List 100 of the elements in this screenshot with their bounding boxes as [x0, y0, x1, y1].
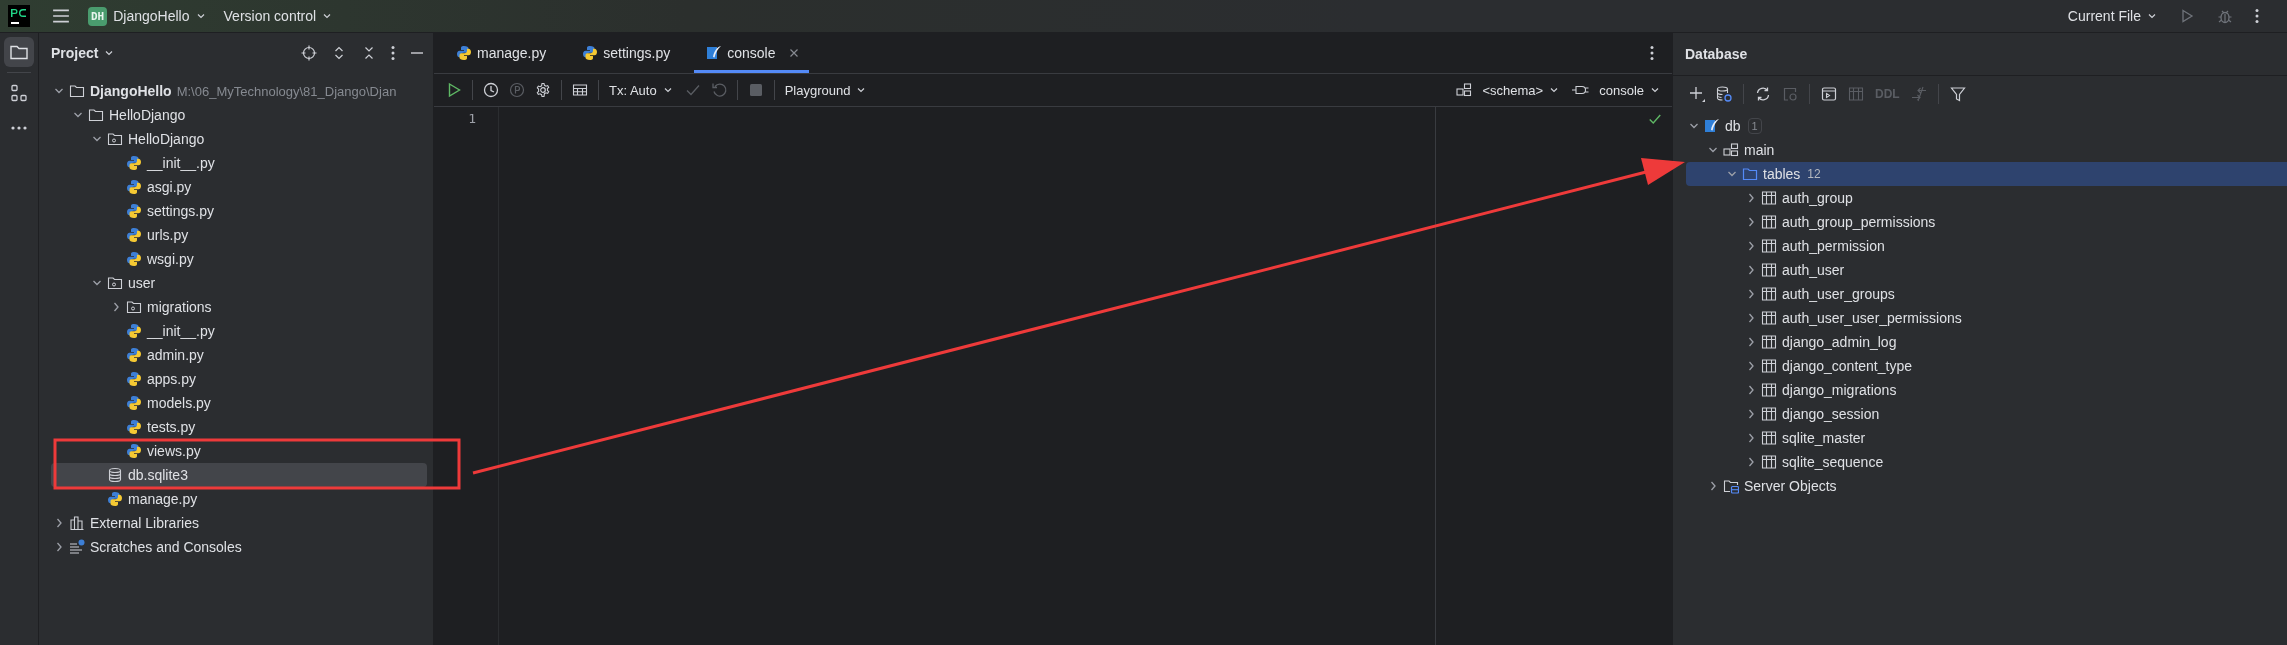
tree-row[interactable]: settings.py: [51, 199, 427, 223]
python-icon: [456, 45, 472, 61]
close-icon[interactable]: [789, 48, 800, 58]
python-icon: [582, 45, 599, 61]
tree-row[interactable]: django_admin_log: [1686, 330, 2281, 354]
caret-icon: [195, 11, 206, 21]
item-label: External Libraries: [90, 515, 199, 531]
toolbar-dropdown[interactable]: Tx: Auto: [609, 82, 673, 98]
run-icon[interactable]: [446, 82, 462, 98]
more-icon[interactable]: [2255, 8, 2259, 24]
schema-dropdown[interactable]: <schema>: [1456, 82, 1560, 98]
more-icon[interactable]: [391, 45, 395, 61]
table-icon: [1761, 310, 1777, 326]
tree-row[interactable]: __init__.py: [51, 319, 427, 343]
tree-row[interactable]: DjangoHello M:\06_MyTechnology\81_Django\Djan: [51, 79, 427, 103]
check-icon: [1648, 112, 1662, 126]
bug-icon[interactable]: [2217, 8, 2233, 24]
vcs-dropdown[interactable]: Version control: [223, 8, 333, 24]
python-icon: [126, 155, 142, 171]
locate-icon[interactable]: [301, 45, 317, 61]
settings-icon[interactable]: [535, 82, 551, 98]
tree-row[interactable]: asgi.py: [51, 175, 427, 199]
item-label: tables: [1763, 166, 1801, 182]
library-icon: [69, 515, 85, 531]
run-icon[interactable]: [2179, 8, 2195, 24]
item-label: django_migrations: [1782, 382, 1897, 398]
package-folder-icon: [126, 299, 142, 315]
toolbar-dropdown[interactable]: Playground: [784, 82, 867, 98]
table-icon[interactable]: [572, 82, 588, 98]
tree-row[interactable]: admin.py: [51, 343, 427, 367]
tree-row[interactable]: django_session: [1686, 402, 2281, 426]
tree-row[interactable]: models.py: [51, 391, 427, 415]
tree-row[interactable]: django_migrations: [1686, 378, 2281, 402]
package-folder-icon: [107, 131, 123, 147]
project-switcher[interactable]: DH DjangoHello: [88, 6, 206, 26]
item-label: db.sqlite3: [128, 467, 188, 483]
tree-row[interactable]: sqlite_master: [1686, 426, 2281, 450]
tree-row[interactable]: auth_group_permissions: [1686, 210, 2281, 234]
console-icon[interactable]: [1821, 86, 1837, 102]
run-config-dropdown[interactable]: Current File: [2067, 8, 2157, 24]
item-label: main: [1744, 142, 1775, 158]
tree-row[interactable]: views.py: [51, 439, 427, 463]
python-icon: [126, 227, 142, 243]
tree-row[interactable]: migrations: [51, 295, 427, 319]
tree-row[interactable]: HelloDjango: [51, 127, 427, 151]
refresh-icon[interactable]: [1755, 86, 1771, 102]
tree-row[interactable]: db 1: [1686, 114, 2281, 138]
tree-row[interactable]: __init__.py: [51, 151, 427, 175]
item-label: sqlite_master: [1782, 430, 1866, 446]
project-path: M:\06_MyTechnology\81_Django\Djan: [176, 83, 397, 99]
sqlite-icon: [1704, 118, 1720, 134]
python-icon: [126, 395, 142, 411]
folder-icon: [1742, 166, 1758, 182]
tree-row[interactable]: apps.py: [51, 367, 427, 391]
item-label: DjangoHello: [90, 83, 172, 99]
menu-icon[interactable]: [52, 7, 70, 25]
tab-label: settings.py: [603, 45, 671, 61]
tree-row[interactable]: wsgi.py: [51, 247, 427, 271]
panel-title-dropdown[interactable]: Project: [51, 45, 115, 61]
tree-row[interactable]: External Libraries: [51, 511, 427, 535]
tree-row[interactable]: auth_user: [1686, 258, 2281, 282]
python-icon: [126, 323, 142, 339]
item-label: __init__.py: [147, 155, 215, 171]
session-dropdown[interactable]: console: [1571, 82, 1660, 98]
editor-tab[interactable]: manage.py: [444, 33, 557, 73]
tree-row[interactable]: sqlite_sequence: [1686, 450, 2281, 474]
item-label: settings.py: [147, 203, 214, 219]
database-settings-icon[interactable]: [1716, 86, 1732, 102]
tree-row[interactable]: Scratches and Consoles: [51, 535, 427, 559]
tree-row[interactable]: auth_user_user_permissions: [1686, 306, 2281, 330]
tree-row[interactable]: django_content_type: [1686, 354, 2281, 378]
tree-row[interactable]: auth_user_groups: [1686, 282, 2281, 306]
item-label: auth_user: [1782, 262, 1845, 278]
tree-row[interactable]: manage.py: [51, 487, 427, 511]
more-icon[interactable]: [1650, 45, 1654, 61]
add-icon[interactable]: [1689, 86, 1705, 102]
project-badge: DH: [88, 6, 108, 26]
editor-tab[interactable]: console: [694, 33, 810, 73]
package-folder-icon: [107, 275, 123, 291]
item-label: manage.py: [128, 491, 198, 507]
project-tool-button[interactable]: [4, 37, 34, 67]
server-folder-icon: [1723, 478, 1739, 494]
tree-row[interactable]: tables 12: [1686, 162, 2287, 186]
filter-icon[interactable]: [1949, 86, 1966, 102]
tree-row[interactable]: main: [1686, 138, 2281, 162]
tree-row[interactable]: auth_permission: [1686, 234, 2281, 258]
editor-tab[interactable]: settings.py: [570, 33, 681, 73]
app-logo-icon[interactable]: [8, 5, 30, 27]
tree-row[interactable]: urls.py: [51, 223, 427, 247]
item-label: tests.py: [147, 419, 196, 435]
tree-row[interactable]: Server Objects: [1686, 474, 2281, 498]
tree-row[interactable]: user: [51, 271, 427, 295]
tree-row[interactable]: HelloDjango: [51, 103, 427, 127]
item-label: asgi.py: [147, 179, 192, 195]
python-icon: [107, 491, 123, 507]
tree-row[interactable]: tests.py: [51, 415, 427, 439]
history-icon[interactable]: [483, 82, 499, 98]
caret-icon: [1650, 85, 1660, 95]
tree-row[interactable]: auth_group: [1686, 186, 2281, 210]
tree-row[interactable]: db.sqlite3: [51, 463, 427, 487]
